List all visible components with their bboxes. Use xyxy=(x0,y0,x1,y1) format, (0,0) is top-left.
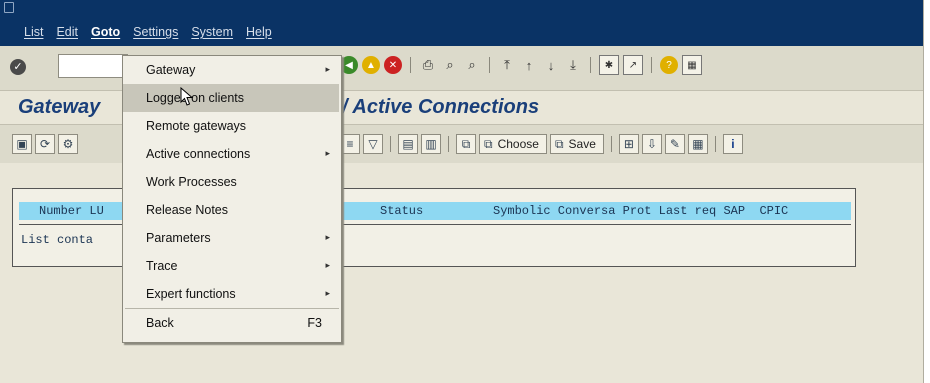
save-icon: ⧉ xyxy=(554,136,564,151)
menu-goto[interactable]: Goto xyxy=(91,25,120,43)
menu-item-gateway[interactable]: Gateway ▸ xyxy=(123,56,339,84)
menu-item-logged-on-clients[interactable]: Logged on clients xyxy=(123,84,339,112)
menu-item-label: Trace xyxy=(146,259,178,273)
exit-icon[interactable]: ▲ xyxy=(362,56,380,74)
sort-icon[interactable]: ≡ xyxy=(340,134,360,154)
goto-dropdown-menu: Gateway ▸ Logged on clients Remote gatew… xyxy=(122,55,342,343)
app-toolbar-left: ▣ ⟳ ⚙ xyxy=(12,133,78,155)
menu-item-remote-gateways[interactable]: Remote gateways xyxy=(123,112,339,140)
calculator-icon[interactable]: ▦ xyxy=(687,134,708,154)
layout-menu-icon[interactable]: ▦ xyxy=(682,55,702,75)
filter-icon[interactable]: ▽ xyxy=(363,134,383,154)
submenu-arrow-icon: ▸ xyxy=(325,288,330,298)
details-icon[interactable]: ▣ xyxy=(12,134,32,154)
enter-check-icon[interactable]: ✓ xyxy=(10,59,26,75)
menu-help[interactable]: Help xyxy=(246,25,272,43)
create-session-icon[interactable]: ✱ xyxy=(599,55,619,75)
refresh-icon[interactable]: ⟳ xyxy=(35,134,55,154)
choose-icon: ⧉ xyxy=(484,136,493,151)
menu-item-trace[interactable]: Trace ▸ xyxy=(123,252,339,280)
next-page-icon[interactable]: ↓ xyxy=(542,56,560,74)
local-file-icon[interactable]: ⇩ xyxy=(641,134,662,154)
first-page-icon[interactable]: ⤒ xyxy=(498,56,516,74)
find-icon[interactable]: ⌕ xyxy=(441,56,459,74)
menu-item-expert-functions[interactable]: Expert functions ▸ xyxy=(123,280,339,308)
menu-item-work-processes[interactable]: Work Processes xyxy=(123,168,339,196)
toolbar-separator xyxy=(610,136,612,152)
choose-label: Choose xyxy=(497,137,539,151)
save-label: Save xyxy=(568,137,596,151)
system-menu-icon[interactable] xyxy=(4,2,14,13)
help-icon[interactable]: ? xyxy=(660,56,678,74)
shortcut-icon[interactable]: ↗ xyxy=(623,55,643,75)
menu-item-active-connections[interactable]: Active connections ▸ xyxy=(123,140,339,168)
submenu-arrow-icon: ▸ xyxy=(325,64,330,74)
last-page-icon[interactable]: ⤓ xyxy=(564,56,582,74)
menu-item-shortcut: F3 xyxy=(307,316,322,330)
menu-item-label: Release Notes xyxy=(146,203,228,217)
menu-list[interactable]: List xyxy=(24,25,43,43)
toolbar-separator xyxy=(410,57,411,73)
menu-item-label: Back xyxy=(146,316,174,330)
edit-icon[interactable]: ✎ xyxy=(664,134,685,154)
toolbar-separator xyxy=(714,136,716,152)
submenu-arrow-icon: ▸ xyxy=(325,232,330,242)
choose-button[interactable]: ⧉ Choose xyxy=(479,134,547,154)
submenu-arrow-icon: ▸ xyxy=(325,148,330,158)
submenu-arrow-icon: ▸ xyxy=(325,260,330,270)
column-header-status: Status xyxy=(380,204,424,218)
page-title-left: Gateway xyxy=(18,96,101,118)
column-header-rest: Symbolic Conversa Prot Last req SAP CPIC xyxy=(493,204,789,218)
menu-item-label: Expert functions xyxy=(146,287,236,301)
menu-item-label: Parameters xyxy=(146,231,211,245)
print-list-icon[interactable]: ▥ xyxy=(421,134,441,154)
toolbar-separator xyxy=(489,57,490,73)
menu-item-release-notes[interactable]: Release Notes xyxy=(123,196,339,224)
toolbar-separator xyxy=(390,136,391,152)
select-all-icon[interactable]: ⧉ xyxy=(456,134,476,154)
menu-settings[interactable]: Settings xyxy=(133,25,178,43)
menu-bar-area: List Edit Goto Settings System Help xyxy=(0,0,923,46)
list-message: List conta xyxy=(21,233,94,247)
save-button[interactable]: ⧉ Save xyxy=(549,134,604,154)
menu-item-label: Gateway xyxy=(146,63,196,77)
menu-item-back[interactable]: Back F3 xyxy=(123,309,339,337)
previous-page-icon[interactable]: ↑ xyxy=(520,56,538,74)
toolbar-separator xyxy=(448,136,449,152)
app-toolbar-right: ≡ ▽ ▤ ▥ ⧉ ⧉ Choose ⧉ Save ⊞ ⇩ ✎ ▦ i xyxy=(340,133,743,155)
print-icon[interactable]: ⎙ xyxy=(419,56,437,74)
sap-window: List Edit Goto Settings System Help ✓ ◀ … xyxy=(0,0,924,383)
menu-item-label: Active connections xyxy=(146,147,251,161)
menu-item-label: Work Processes xyxy=(146,175,237,189)
menu-bar: List Edit Goto Settings System Help xyxy=(24,25,285,43)
page-title-right: / Active Connections xyxy=(342,96,540,118)
find-next-icon[interactable]: ⌕ xyxy=(463,56,481,74)
column-header-number-lu: Number LU xyxy=(39,204,104,218)
command-field[interactable] xyxy=(58,54,128,78)
mouse-cursor-icon xyxy=(180,87,194,106)
menu-system[interactable]: System xyxy=(191,25,233,43)
menu-edit[interactable]: Edit xyxy=(56,25,78,43)
information-icon[interactable]: i xyxy=(722,134,743,154)
layout-icon[interactable]: ⊞ xyxy=(618,134,639,154)
menu-item-parameters[interactable]: Parameters ▸ xyxy=(123,224,339,252)
toolbar-separator xyxy=(651,57,652,73)
toolbar-separator xyxy=(590,57,591,73)
menu-item-label: Logged on clients xyxy=(146,91,244,105)
standard-toolbar-icons: ◀ ▲ ✕ ⎙ ⌕ ⌕ ⤒ ↑ ↓ ⤓ ✱ ↗ ? ▦ xyxy=(340,54,702,76)
menu-item-label: Remote gateways xyxy=(146,119,247,133)
export-icon[interactable]: ▤ xyxy=(398,134,418,154)
cancel-icon[interactable]: ✕ xyxy=(384,56,402,74)
select-icon[interactable]: ⚙ xyxy=(58,134,78,154)
back-icon[interactable]: ◀ xyxy=(340,56,358,74)
